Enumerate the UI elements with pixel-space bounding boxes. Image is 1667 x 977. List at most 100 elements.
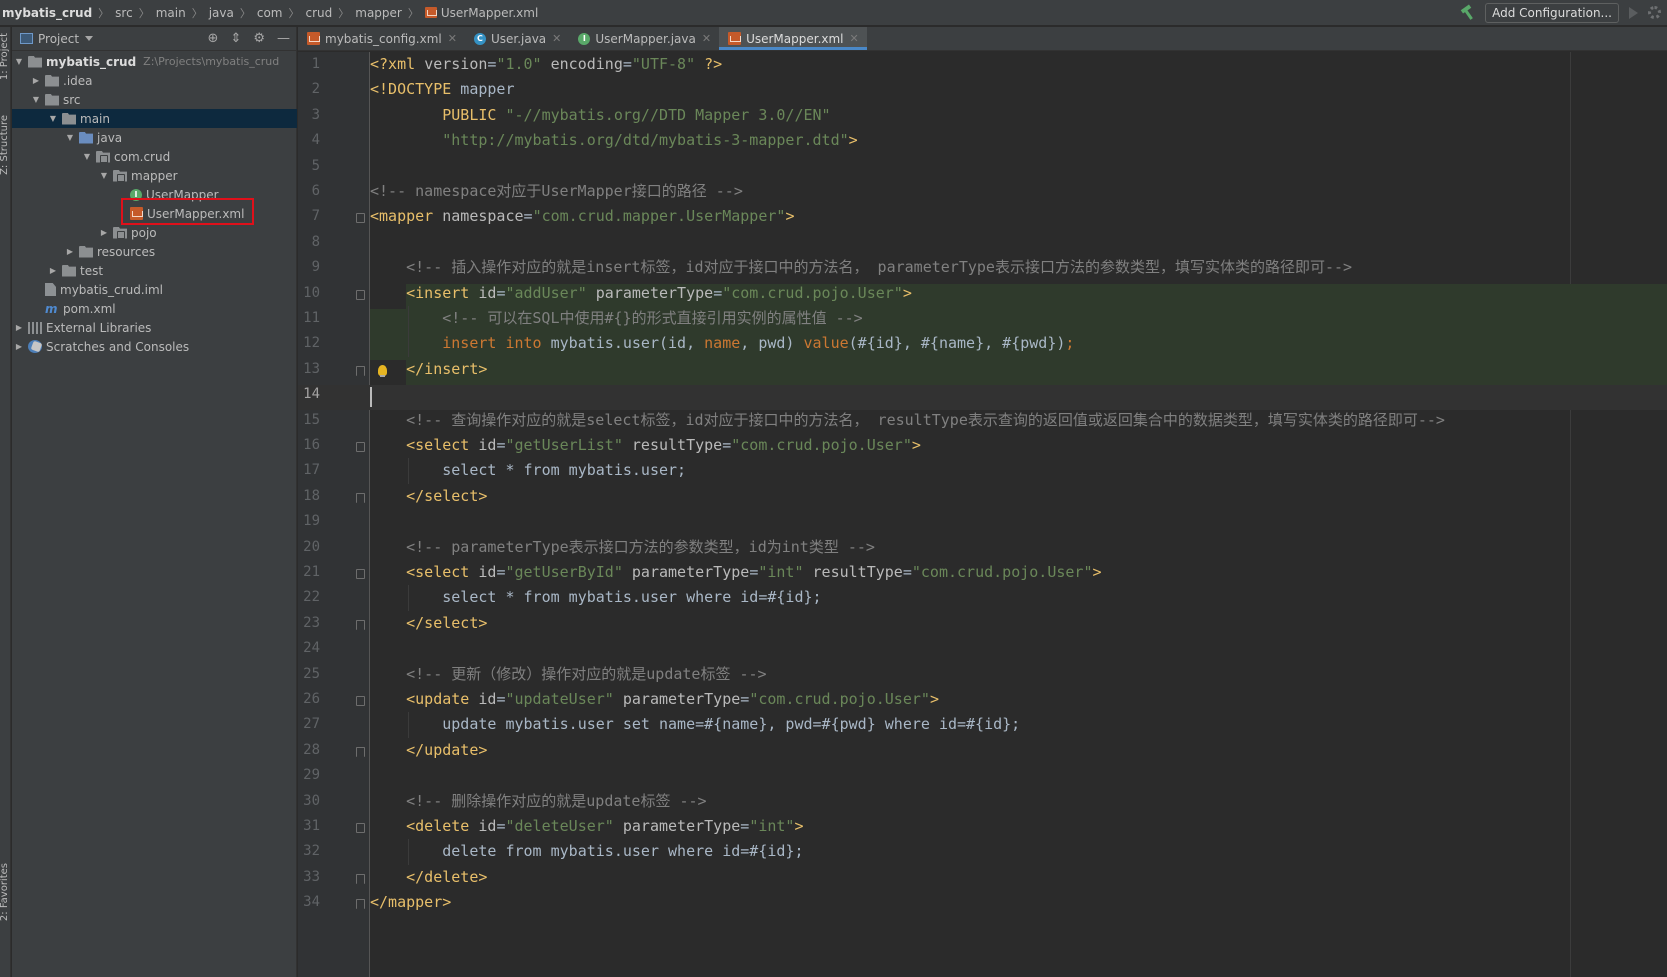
code-area[interactable]: <?xml version="1.0" encoding="UTF-8" ?> <…: [370, 52, 1667, 977]
code-line[interactable]: <!DOCTYPE mapper: [370, 77, 515, 102]
tree-item-mapper[interactable]: ▼ mapper: [12, 166, 297, 185]
fold-marker-icon[interactable]: [356, 823, 365, 833]
code-line[interactable]: <delete id="deleteUser" parameterType="i…: [370, 814, 803, 839]
breadcrumb-java[interactable]: java: [209, 6, 234, 20]
fold-marker-icon[interactable]: [356, 492, 365, 503]
tree-item-usermapper-xml[interactable]: ▶ UserMapper.xml: [12, 204, 297, 223]
code-line[interactable]: <select id="getUserList" resultType="com…: [370, 433, 921, 458]
code-line[interactable]: update mybatis.user set name=#{name}, pw…: [370, 712, 1020, 737]
code-line[interactable]: </mapper>: [370, 890, 451, 915]
debug-icon[interactable]: [1648, 6, 1661, 19]
fold-marker-icon[interactable]: [356, 899, 365, 910]
breadcrumb-mapper[interactable]: mapper: [355, 6, 402, 20]
collapse-arrow-icon[interactable]: ▶: [99, 228, 109, 237]
tree-item-src[interactable]: ▼ src: [12, 90, 297, 109]
collapse-arrow-icon[interactable]: ▶: [65, 247, 75, 256]
expand-arrow-icon[interactable]: ▼: [48, 114, 58, 123]
code-line[interactable]: PUBLIC "-//mybatis.org//DTD Mapper 3.0//…: [370, 103, 830, 128]
add-configuration-button[interactable]: Add Configuration...: [1485, 2, 1619, 23]
expand-arrow-icon[interactable]: ▼: [31, 95, 41, 104]
settings-gear-icon[interactable]: ⚙: [253, 32, 265, 45]
code-line[interactable]: "http://mybatis.org/dtd/mybatis-3-mapper…: [370, 128, 857, 153]
tree-item-pojo[interactable]: ▶ pojo: [12, 223, 297, 242]
tree-item-usermapper-interface[interactable]: ▶ I UserMapper: [12, 185, 297, 204]
fold-marker-icon[interactable]: [356, 442, 365, 452]
breadcrumb-crud[interactable]: crud: [305, 6, 332, 20]
tree-item-iml[interactable]: ▶ mybatis_crud.iml: [12, 280, 297, 299]
fold-marker-icon[interactable]: [356, 873, 365, 884]
fold-marker-icon[interactable]: [356, 746, 365, 757]
tree-item-com-crud[interactable]: ▼ com.crud: [12, 147, 297, 166]
project-tool-tab[interactable]: 1: Project: [0, 33, 10, 80]
expand-arrow-icon[interactable]: ▼: [14, 57, 24, 66]
code-line[interactable]: <!-- 查询操作对应的就是select标签，id对应于接口中的方法名， res…: [370, 408, 1445, 433]
collapse-arrow-icon[interactable]: ▶: [14, 342, 24, 351]
code-line[interactable]: </select>: [370, 484, 487, 509]
line-number: 15: [303, 411, 320, 428]
close-icon[interactable]: ✕: [552, 32, 561, 45]
fold-marker-icon[interactable]: [356, 619, 365, 630]
code-line[interactable]: </select>: [370, 611, 487, 636]
locate-file-icon[interactable]: ⊕: [208, 32, 219, 45]
close-icon[interactable]: ✕: [850, 32, 859, 45]
tree-item-java[interactable]: ▼ java: [12, 128, 297, 147]
code-line[interactable]: select * from mybatis.user;: [370, 458, 686, 483]
code-line[interactable]: </insert>: [370, 357, 487, 382]
fold-marker-icon[interactable]: [356, 213, 365, 224]
code-line[interactable]: <!-- 可以在SQL中使用#{}的形式直接引用实例的属性值 -->: [370, 306, 862, 331]
code-line[interactable]: <select id="getUserById" parameterType="…: [370, 560, 1101, 585]
code-line[interactable]: </update>: [370, 738, 487, 763]
tab-mybatis-config-xml[interactable]: mybatis_config.xml ✕: [298, 27, 465, 50]
code-line[interactable]: delete from mybatis.user where id=#{id};: [370, 839, 803, 864]
collapse-arrow-icon[interactable]: ▶: [48, 266, 58, 275]
close-icon[interactable]: ✕: [448, 32, 457, 45]
tree-item-resources[interactable]: ▶ resources: [12, 242, 297, 261]
code-line[interactable]: select * from mybatis.user where id=#{id…: [370, 585, 821, 610]
fold-marker-icon[interactable]: [356, 569, 365, 579]
code-line[interactable]: <!-- 删除操作对应的就是update标签 -->: [370, 789, 706, 814]
code-editor[interactable]: 1 2 3 4 5 6 7 8 9 10 11 12 13 14 15 16 17 18 19 20 21 22 23 24 2…: [298, 52, 1667, 977]
project-view-selector[interactable]: Project: [38, 32, 79, 46]
chevron-down-icon[interactable]: [85, 36, 94, 41]
hide-panel-icon[interactable]: —: [277, 32, 290, 45]
fold-marker-icon[interactable]: [356, 365, 365, 376]
collapse-arrow-icon[interactable]: ▶: [14, 323, 24, 332]
breadcrumb-main[interactable]: main: [156, 6, 186, 20]
tab-user-java[interactable]: C User.java ✕: [465, 27, 569, 50]
code-line[interactable]: <insert id="addUser" parameterType="com.…: [370, 281, 912, 306]
code-line[interactable]: <update id="updateUser" parameterType="c…: [370, 687, 939, 712]
expand-arrow-icon[interactable]: ▼: [82, 152, 92, 161]
build-hammer-icon[interactable]: [1459, 5, 1475, 21]
breadcrumb-file[interactable]: UserMapper.xml: [441, 6, 538, 20]
expand-arrow-icon[interactable]: ▼: [65, 133, 75, 142]
code-line[interactable]: <!-- 插入操作对应的就是insert标签，id对应于接口中的方法名， par…: [370, 255, 1352, 280]
fold-marker-icon[interactable]: [356, 696, 365, 706]
tree-item-pom[interactable]: ▶ m pom.xml: [12, 299, 297, 318]
tree-item-main[interactable]: ▼ main: [12, 109, 297, 128]
breadcrumb-src[interactable]: src: [115, 6, 133, 20]
tree-item-idea[interactable]: ▶ .idea: [12, 71, 297, 90]
favorites-tool-tab[interactable]: 2: Favorites: [0, 863, 10, 921]
code-line[interactable]: <?xml version="1.0" encoding="UTF-8" ?>: [370, 52, 722, 77]
code-line[interactable]: <mapper namespace="com.crud.mapper.UserM…: [370, 204, 794, 229]
breadcrumb-project[interactable]: mybatis_crud: [2, 6, 92, 20]
tab-usermapper-xml[interactable]: UserMapper.xml ✕: [719, 27, 867, 50]
code-line[interactable]: <!-- 更新（修改）操作对应的就是update标签 -->: [370, 662, 766, 687]
tree-item-test[interactable]: ▶ test: [12, 261, 297, 280]
collapse-all-icon[interactable]: ⇕: [230, 32, 241, 45]
collapse-arrow-icon[interactable]: ▶: [31, 76, 41, 85]
breadcrumb-com[interactable]: com: [257, 6, 283, 20]
tree-item-external-libraries[interactable]: ▶ External Libraries: [12, 318, 297, 337]
code-line[interactable]: <!-- namespace对应于UserMapper接口的路径 -->: [370, 179, 743, 204]
structure-tool-tab[interactable]: Z: Structure: [0, 115, 10, 175]
code-line[interactable]: insert into mybatis.user(id, name, pwd) …: [370, 331, 1074, 356]
close-icon[interactable]: ✕: [702, 32, 711, 45]
expand-arrow-icon[interactable]: ▼: [99, 171, 109, 180]
fold-marker-icon[interactable]: [356, 289, 365, 300]
tree-item-scratches[interactable]: ▶ Scratches and Consoles: [12, 337, 297, 356]
run-icon[interactable]: [1629, 6, 1638, 19]
tab-usermapper-java[interactable]: I UserMapper.java ✕: [569, 27, 719, 50]
code-line[interactable]: </delete>: [370, 865, 487, 890]
code-line[interactable]: <!-- parameterType表示接口方法的参数类型，id为int类型 -…: [370, 535, 875, 560]
tree-item-project-root[interactable]: ▼ mybatis_crud Z:\Projects\mybatis_crud: [12, 52, 297, 71]
